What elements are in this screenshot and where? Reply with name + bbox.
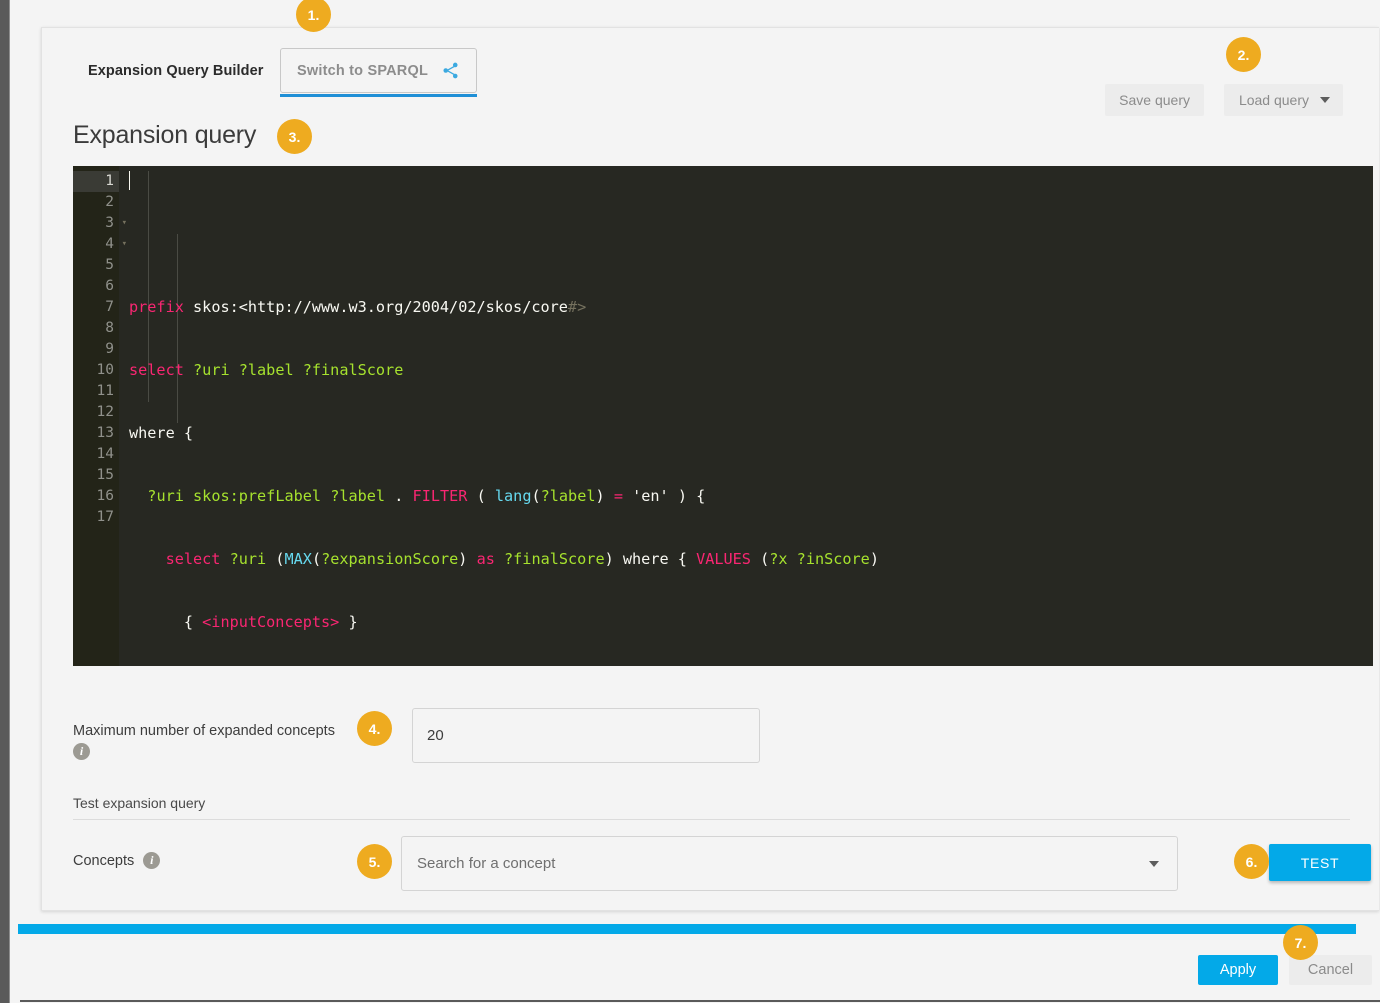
editor-code-area[interactable]: prefix skos:<http://www.w3.org/2004/02/s… <box>119 166 1373 666</box>
info-icon[interactable]: i <box>143 852 160 869</box>
line-number: 13 <box>73 423 119 444</box>
line-number: 6 <box>73 276 119 297</box>
line-number: 10 <box>73 360 119 381</box>
test-button[interactable]: TEST <box>1269 844 1371 881</box>
max-concepts-label: Maximum number of expanded concepts i <box>73 721 373 761</box>
line-number: 8 <box>73 318 119 339</box>
concepts-search-select[interactable]: Search for a concept <box>401 836 1178 891</box>
concepts-label-text: Concepts <box>73 853 134 869</box>
concepts-label: Concepts i <box>73 852 160 869</box>
line-number: 7 <box>73 297 119 318</box>
load-query-label: Load query <box>1239 92 1309 108</box>
callout-badge-7: 7. <box>1283 925 1318 960</box>
line-number: 3▾ <box>73 213 119 234</box>
load-query-button[interactable]: Load query <box>1224 84 1343 116</box>
chevron-down-icon[interactable] <box>1149 861 1159 867</box>
code-line: select ?uri ?label ?finalScore <box>129 360 1373 381</box>
expansion-query-builder-card: Expansion Query Builder Switch to SPARQL… <box>41 27 1379 911</box>
section-divider <box>73 819 1350 820</box>
code-line: prefix skos:<http://www.w3.org/2004/02/s… <box>129 297 1373 318</box>
switch-to-sparql-button[interactable]: Switch to SPARQL <box>280 48 477 93</box>
switch-to-sparql-active-underline <box>280 94 477 97</box>
sparql-code-editor[interactable]: 1 2 3▾ 4▾ 5 6 7 8 9 10 11 12 13 14 15 16… <box>73 166 1373 666</box>
section-title: Expansion query <box>73 121 256 150</box>
switch-to-sparql-label: Switch to SPARQL <box>297 63 428 79</box>
text-caret <box>129 171 130 190</box>
line-number: 2 <box>73 192 119 213</box>
code-line: { <inputConcepts> } <box>129 612 1373 633</box>
line-number: 15 <box>73 465 119 486</box>
line-number: 9 <box>73 339 119 360</box>
line-number: 14 <box>73 444 119 465</box>
line-number: 16 <box>73 486 119 507</box>
callout-badge-5: 5. <box>357 844 392 879</box>
concepts-search-placeholder: Search for a concept <box>402 855 1149 872</box>
line-number: 5 <box>73 255 119 276</box>
page-title: Expansion Query Builder <box>88 63 264 79</box>
apply-button[interactable]: Apply <box>1198 955 1278 985</box>
callout-badge-6: 6. <box>1234 844 1269 879</box>
line-number: 4▾ <box>73 234 119 255</box>
test-section-heading: Test expansion query <box>73 795 205 811</box>
chevron-down-icon <box>1320 97 1330 103</box>
page-viewport: Expansion Query Builder Switch to SPARQL… <box>10 0 1380 1003</box>
line-number: 12 <box>73 402 119 423</box>
line-number: 11 <box>73 381 119 402</box>
code-line: select ?uri (MAX(?expansionScore) as ?fi… <box>129 549 1373 570</box>
card-header: Expansion Query Builder Switch to SPARQL… <box>42 28 1379 123</box>
indent-guide <box>177 234 178 423</box>
window-left-edge <box>0 0 10 1003</box>
info-icon[interactable]: i <box>73 743 90 760</box>
share-icon <box>441 61 460 80</box>
line-number: 17 <box>73 507 119 528</box>
max-concepts-label-text: Maximum number of expanded concepts <box>73 723 335 739</box>
editor-line-number-gutter: 1 2 3▾ 4▾ 5 6 7 8 9 10 11 12 13 14 15 16… <box>73 166 119 666</box>
callout-badge-4: 4. <box>357 711 392 746</box>
save-query-button[interactable]: Save query <box>1105 84 1204 116</box>
callout-badge-2: 2. <box>1226 37 1261 72</box>
max-concepts-input[interactable] <box>412 708 760 763</box>
code-line: where { <box>129 423 1373 444</box>
window-bottom-edge <box>20 1000 1380 1002</box>
callout-badge-3: 3. <box>277 119 312 154</box>
progress-bar <box>18 924 1356 934</box>
line-number: 1 <box>73 171 119 192</box>
code-line: ?uri skos:prefLabel ?label . FILTER ( la… <box>129 486 1373 507</box>
